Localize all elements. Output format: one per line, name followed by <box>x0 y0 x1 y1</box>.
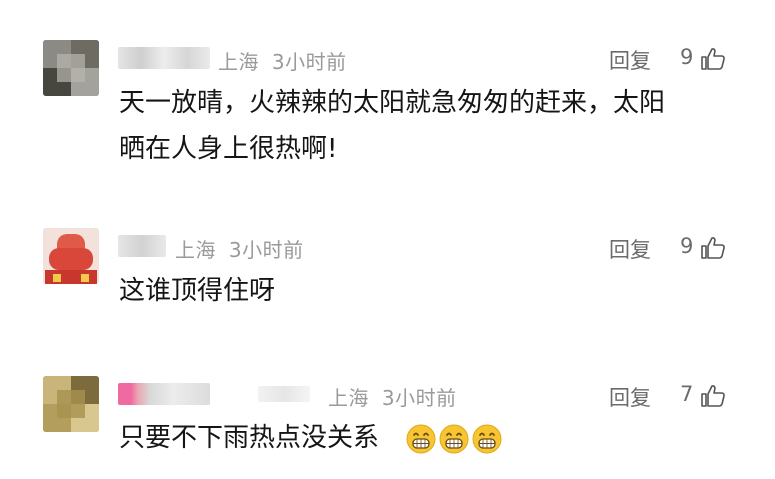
like-count: 9 <box>680 234 694 258</box>
thumbs-up-icon[interactable] <box>700 47 726 71</box>
username-blurred[interactable] <box>118 383 210 405</box>
comment-text-line: 这谁顶得住呀 <box>119 276 276 306</box>
avatar[interactable] <box>43 228 99 284</box>
username-blurred[interactable] <box>118 47 210 69</box>
comment-meta: 上海 3小时前 <box>328 382 457 411</box>
comment-location: 上海 <box>218 50 259 74</box>
like-count: 7 <box>680 382 694 406</box>
comment-text-line: 天一放晴，火辣辣的太阳就急匆匆的赶来，太阳 <box>119 88 666 118</box>
grinning-face-icon <box>472 424 502 454</box>
comment-text-line: 只要不下雨热点没关系 <box>119 423 380 453</box>
comment-location: 上海 <box>175 238 216 262</box>
comment-location: 上海 <box>328 386 369 410</box>
like-count: 9 <box>680 45 694 69</box>
username-blurred[interactable] <box>118 235 166 257</box>
comment-time: 3小时前 <box>271 50 347 74</box>
avatar-blur-block <box>57 54 85 82</box>
emoji-row <box>406 424 505 454</box>
reply-button[interactable]: 回复 <box>609 234 651 264</box>
comment-meta: 上海 3小时前 <box>175 234 304 263</box>
comment-text: 天一放晴，火辣辣的太阳就急匆匆的赶来，太阳 晒在人身上很热啊! <box>119 80 665 172</box>
comment-time: 3小时前 <box>381 386 457 410</box>
avatar-blur-block <box>49 248 93 270</box>
avatar-blur-block <box>53 274 61 282</box>
thumbs-up-icon[interactable] <box>700 384 726 408</box>
avatar-blur-block <box>57 390 85 418</box>
comment-text: 只要不下雨热点没关系 <box>119 415 379 461</box>
avatar[interactable] <box>43 376 99 432</box>
username-blurred <box>258 386 310 402</box>
thumbs-up-icon[interactable] <box>700 236 726 260</box>
comment-text-line: 晒在人身上很热啊! <box>119 134 338 164</box>
reply-button[interactable]: 回复 <box>609 382 651 412</box>
avatar[interactable] <box>43 40 99 96</box>
comment-meta: 上海 3小时前 <box>218 46 347 75</box>
comment-time: 3小时前 <box>228 238 304 262</box>
avatar-blur-block <box>81 274 89 282</box>
grinning-face-icon <box>439 424 469 454</box>
reply-button[interactable]: 回复 <box>609 45 651 75</box>
comment-text: 这谁顶得住呀 <box>119 268 275 314</box>
grinning-face-icon <box>406 424 436 454</box>
